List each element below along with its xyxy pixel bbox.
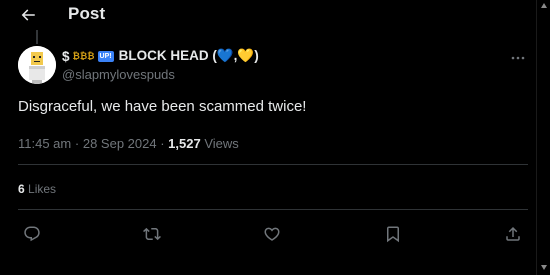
views-count: 1,527 <box>168 136 201 151</box>
divider <box>18 209 528 210</box>
page-title: Post <box>68 4 106 23</box>
scroll-up-arrow-icon[interactable] <box>540 2 548 10</box>
name-prefix: $ <box>62 48 70 64</box>
scroll-down-arrow-icon[interactable] <box>540 263 548 271</box>
views-label: Views <box>204 136 239 151</box>
author-handle[interactable]: @slapmylovespuds <box>62 67 175 82</box>
divider <box>18 164 528 165</box>
likes-label: Likes <box>28 182 57 196</box>
more-options-button[interactable] <box>507 50 529 66</box>
page-header: Post <box>0 0 530 30</box>
display-name: BLOCK HEAD (💙,💛) <box>118 48 259 63</box>
post-page: Post $ ₿₿₿ UP! BLOCK HEAD (💙,💛) @slapmyl… <box>0 0 550 275</box>
meta-separator: · <box>74 136 80 151</box>
more-dots-icon <box>511 56 525 60</box>
tweet-text: Disgraceful, we have been scammed twice! <box>18 98 307 115</box>
reply-button[interactable] <box>22 224 42 244</box>
likes-count: 6 <box>18 182 25 196</box>
scrollbar[interactable] <box>536 0 550 275</box>
like-button[interactable] <box>262 224 282 244</box>
avatar[interactable] <box>18 46 56 84</box>
arrow-left-icon <box>21 9 35 21</box>
money-emoji-icon: ₿₿₿ <box>72 51 95 61</box>
tweet-time[interactable]: 11:45 am <box>18 136 71 151</box>
author-name[interactable]: $ ₿₿₿ UP! BLOCK HEAD (💙,💛) <box>62 48 259 64</box>
meta-separator: · <box>160 136 165 151</box>
bookmark-button[interactable] <box>383 224 403 244</box>
bookmark-icon <box>387 226 399 243</box>
retweet-icon <box>143 227 161 241</box>
thread-connector-line <box>36 30 38 44</box>
action-bar <box>0 224 550 248</box>
repost-button[interactable] <box>142 224 162 244</box>
tweet-meta: 11:45 am · 28 Sep 2024 · 1,527 Views <box>18 136 239 151</box>
tweet-date[interactable]: 28 Sep 2024 <box>83 136 157 151</box>
roblox-blockhead-avatar-icon <box>18 46 56 84</box>
share-button[interactable] <box>503 224 523 244</box>
up-badge-icon: UP! <box>97 50 114 62</box>
back-button[interactable] <box>17 4 39 26</box>
likes-stat[interactable]: 6 Likes <box>18 182 56 196</box>
comment-icon <box>24 226 40 242</box>
heart-icon <box>264 227 280 241</box>
share-icon <box>506 226 520 241</box>
